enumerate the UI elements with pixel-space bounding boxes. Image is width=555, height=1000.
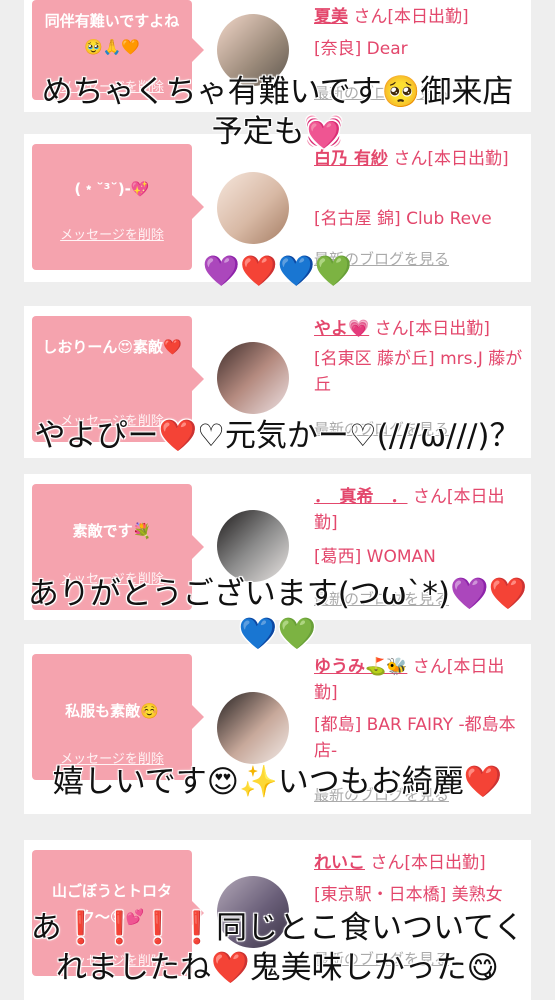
delete-message-link[interactable]: メッセージを削除 [32,224,192,243]
cast-name[interactable]: ． 真希 ． さん[本日出勤] [314,484,524,536]
shop-name: [名東区 藤が丘] mrs.J 藤が丘 [314,349,523,395]
avatar[interactable] [217,510,289,582]
message-text: 私服も素敵☺️ [65,702,159,720]
message-bubble: (﹡˘³˘)-💖 メッセージを削除 [32,144,204,270]
shop-name: [都島] BAR FAIRY -都島本店- [314,715,516,761]
shop-name: [東京駅・日本橋] 美熟女 [314,885,503,905]
shop-name: [奈良] Dear [314,39,408,59]
cast-name[interactable]: 夏美 さん[本日出勤] [314,4,524,30]
overlay-caption: あ❗️❗️❗️❗️同じとこ食いついてく れましたね❤️鬼美味しかった😋 [30,910,525,986]
shop-name: [葛西] WOMAN [314,547,436,567]
cast-name[interactable]: やよ💗 さん[本日出勤] [314,316,524,342]
overlay-caption: やよぴー❤️♡元気かー♡(///ω///)？ [34,418,521,454]
message-text: 素敵です💐 [72,522,152,540]
cast-name[interactable]: れいこ さん[本日出勤] [314,850,524,876]
avatar[interactable] [217,172,289,244]
avatar[interactable] [217,692,289,764]
cast-name[interactable]: ゆうみ⛳️🐝 さん[本日出勤] [314,654,524,706]
message-text: 同伴有難いですよね🥹🙏🧡 [44,12,180,56]
message-text: しおりーん😍素敵❤️ [42,338,182,356]
avatar[interactable] [217,342,289,414]
shop-name: [名古屋 錦] Club Reve [314,209,492,229]
overlay-caption: ありがとうございます(つω`*)💜❤️ 💙💚 [27,576,528,652]
overlay-caption: めちゃくちゃ有難いです🥺御来店 予定も💓 [41,74,514,150]
overlay-caption: 💜❤️💙💚 [202,254,353,289]
overlay-caption: 嬉しいです😍✨いつもお綺麗❤️ [52,764,503,800]
message-text: (﹡˘³˘)-💖 [74,180,150,198]
